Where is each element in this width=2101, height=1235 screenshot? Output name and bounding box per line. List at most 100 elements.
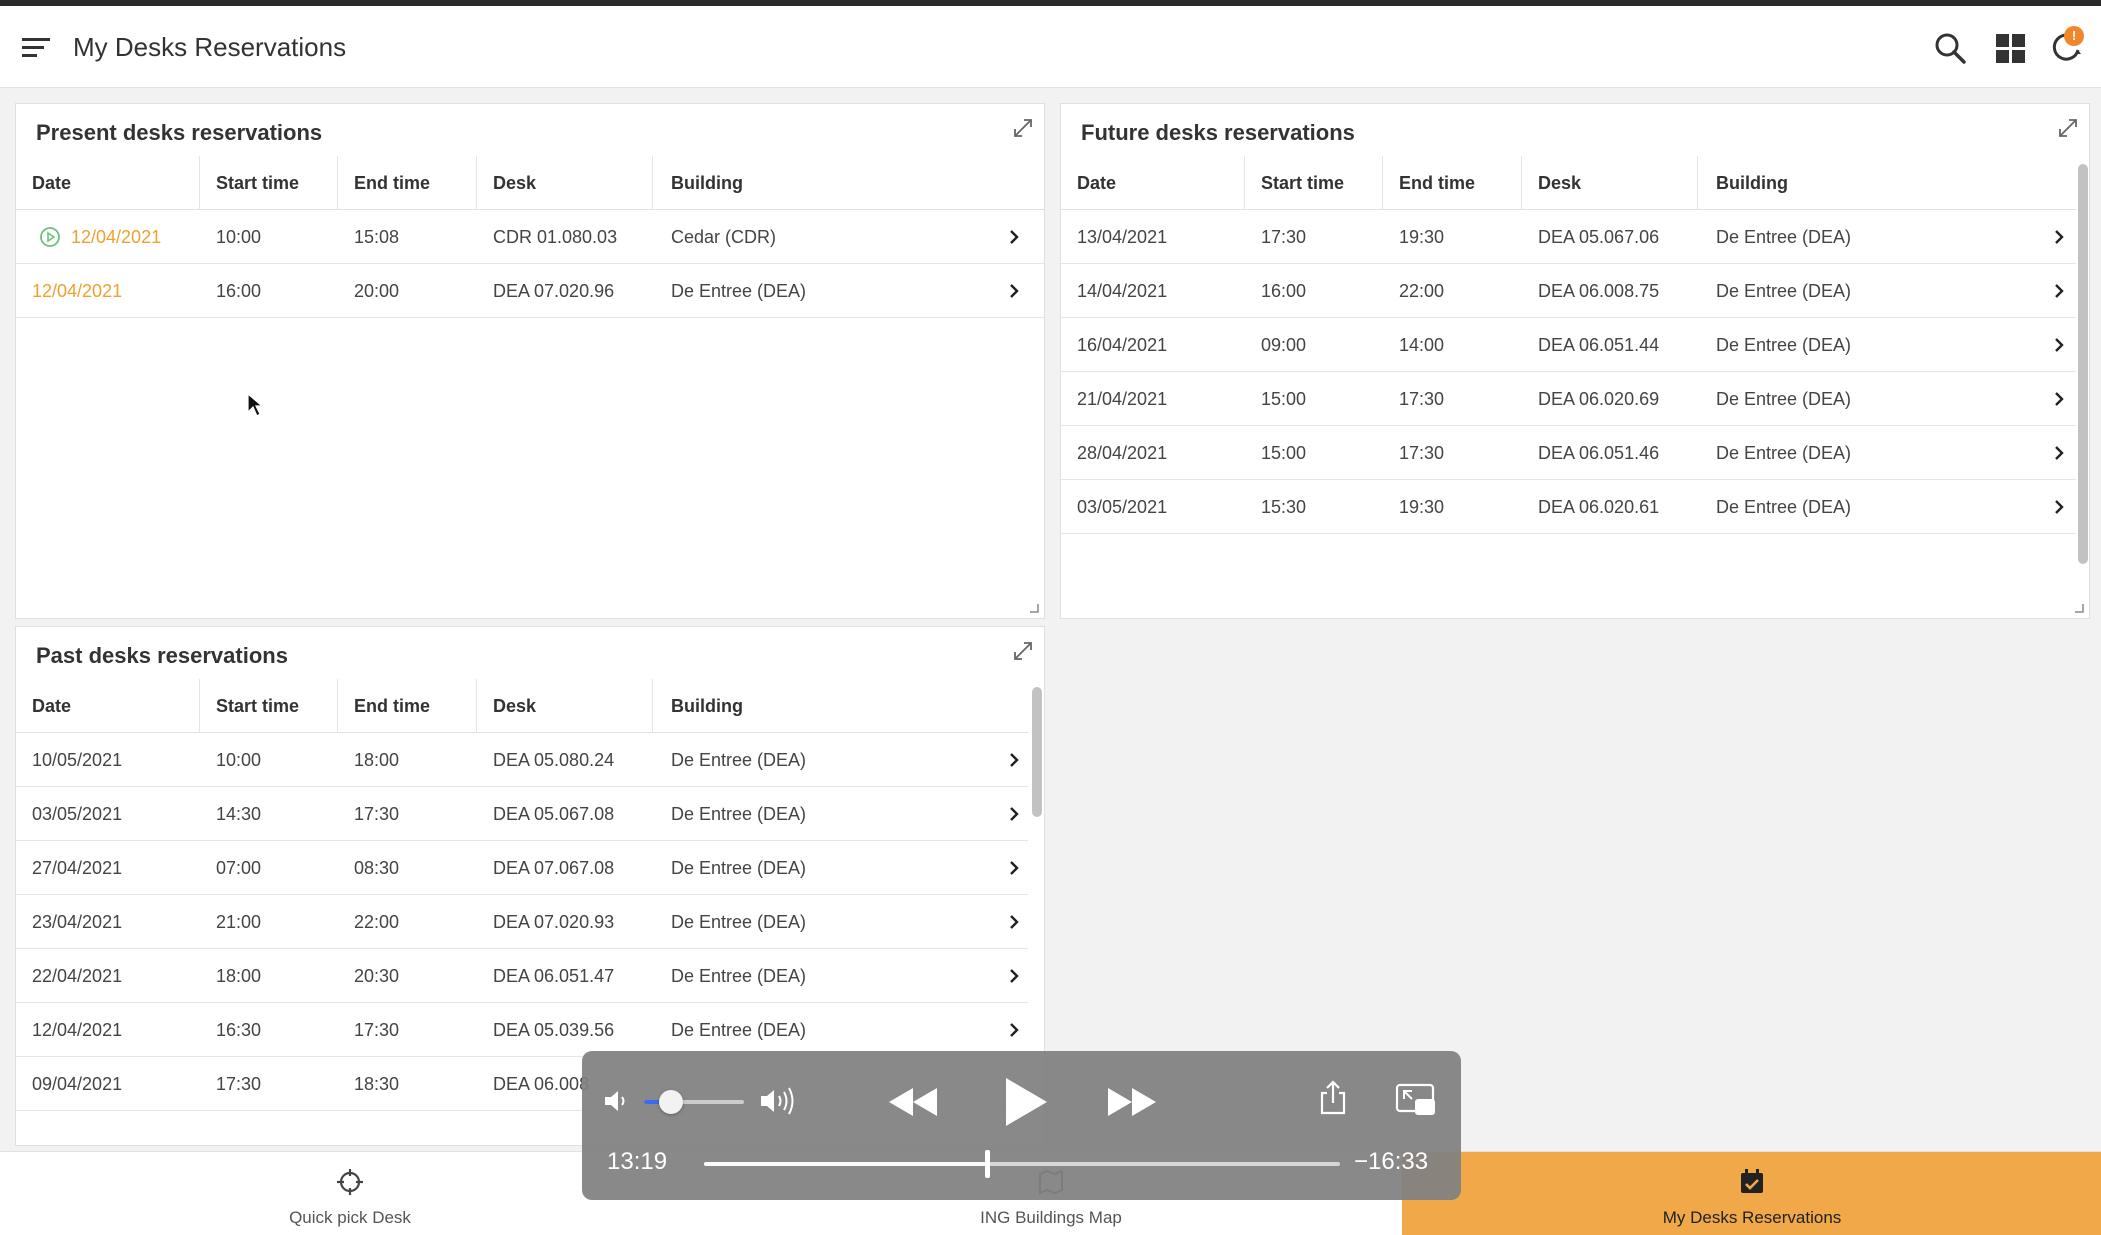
column-header-date[interactable]: Date <box>1077 156 1116 210</box>
expand-icon[interactable] <box>1011 639 1035 663</box>
resize-handle-icon[interactable] <box>1028 602 1040 614</box>
volume-mute-icon[interactable] <box>602 1086 632 1116</box>
table-row[interactable]: 13/04/2021 17:30 19:30 DEA 05.067.06 De Entr… <box>1061 210 2076 264</box>
column-header-building[interactable]: Building <box>671 679 743 733</box>
scrollbar[interactable] <box>1032 687 1042 817</box>
cell-date: 12/04/2021 <box>71 227 162 247</box>
cell-end-time: 22:00 <box>354 912 400 932</box>
cell-date: 27/04/2021 <box>32 858 123 878</box>
chevron-right-icon[interactable] <box>1006 1021 1022 1039</box>
column-header-desk[interactable]: Desk <box>493 156 536 210</box>
chevron-right-icon[interactable] <box>2051 336 2067 354</box>
dashboard-grid-icon[interactable] <box>1993 30 2029 66</box>
cell-date: 12/04/2021 <box>32 1020 123 1040</box>
search-icon[interactable] <box>1932 30 1968 66</box>
table-row[interactable]: 14/04/2021 16:00 22:00 DEA 06.008.75 De Entr… <box>1061 264 2076 318</box>
column-header-start-time[interactable]: Start time <box>1261 156 1344 210</box>
chevron-right-icon[interactable] <box>1006 282 1022 300</box>
progress-knob[interactable] <box>985 1150 991 1178</box>
notification-badge: ! <box>2064 26 2084 46</box>
column-header-start-time[interactable]: Start time <box>216 679 299 733</box>
cell-date: 28/04/2021 <box>1077 443 1168 463</box>
cell-desk: DEA 05.067.08 <box>493 804 615 824</box>
table-row[interactable]: 27/04/2021 07:00 08:30 DEA 07.067.08 De Entr… <box>16 841 1028 895</box>
scrollbar[interactable] <box>2078 164 2088 564</box>
cell-start-time: 07:00 <box>216 858 262 878</box>
table-row[interactable]: 12/04/2021 10:00 15:08 CDR 01.080.03 Cedar (… <box>16 210 1044 264</box>
rewind-icon[interactable] <box>887 1082 939 1122</box>
cell-start-time: 18:00 <box>216 966 262 986</box>
menu-icon[interactable] <box>20 36 52 60</box>
cell-desk: DEA 07.020.93 <box>493 912 615 932</box>
playback-progress-bar[interactable] <box>704 1150 1340 1178</box>
column-header-start-time[interactable]: Start time <box>216 156 299 210</box>
cell-end-time: 17:30 <box>354 1020 400 1040</box>
column-header-end-time[interactable]: End time <box>354 156 430 210</box>
cell-building: De Entree (DEA) <box>1716 281 1852 301</box>
cell-desk: CDR 01.080.03 <box>493 227 618 247</box>
chevron-right-icon[interactable] <box>2051 390 2067 408</box>
top-bar: My Desks Reservations ! <box>0 6 2101 88</box>
cell-date: 10/05/2021 <box>32 750 123 770</box>
volume-knob[interactable] <box>659 1090 683 1114</box>
cell-start-time: 15:00 <box>1261 389 1307 409</box>
table-row[interactable]: 12/04/2021 16:30 17:30 DEA 05.039.56 De Entr… <box>16 1003 1028 1057</box>
expand-icon[interactable] <box>2056 116 2080 140</box>
column-header-end-time[interactable]: End time <box>354 679 430 733</box>
column-divider <box>1244 156 1245 210</box>
table-row[interactable]: 23/04/2021 21:00 22:00 DEA 07.020.93 De Entr… <box>16 895 1028 949</box>
chevron-right-icon[interactable] <box>2051 282 2067 300</box>
table-row[interactable]: 12/04/2021 16:00 20:00 DEA 07.020.96 De Entr… <box>16 264 1044 318</box>
nav-my-desks-reservations[interactable]: My Desks Reservations <box>1402 1152 2101 1235</box>
chevron-right-icon[interactable] <box>2051 228 2067 246</box>
chevron-right-icon[interactable] <box>1006 751 1022 769</box>
cell-desk: DEA 07.067.08 <box>493 858 615 878</box>
card-title: Past desks reservations <box>36 643 288 668</box>
play-icon[interactable] <box>1000 1075 1050 1129</box>
cell-start-time: 15:00 <box>1261 443 1307 463</box>
share-icon[interactable] <box>1318 1079 1348 1117</box>
cell-start-time: 16:00 <box>216 281 262 301</box>
chevron-right-icon[interactable] <box>2051 498 2067 516</box>
cell-desk: DEA 06.020.61 <box>1538 497 1660 517</box>
table-body: 13/04/2021 17:30 19:30 DEA 05.067.06 De Entr… <box>1061 210 2076 534</box>
chevron-right-icon[interactable] <box>1006 228 1022 246</box>
column-divider <box>476 156 477 210</box>
column-header-end-time[interactable]: End time <box>1399 156 1475 210</box>
table-row[interactable]: 22/04/2021 18:00 20:30 DEA 06.051.47 De Entr… <box>16 949 1028 1003</box>
column-header-date[interactable]: Date <box>32 156 71 210</box>
column-divider <box>1697 156 1698 210</box>
cell-desk: DEA 05.080.24 <box>493 750 615 770</box>
volume-slider[interactable] <box>644 1090 744 1114</box>
column-header-desk[interactable]: Desk <box>493 679 536 733</box>
table-row[interactable]: 03/05/2021 14:30 17:30 DEA 05.067.08 De Entr… <box>16 787 1028 841</box>
cell-desk: DEA 05.067.06 <box>1538 227 1660 247</box>
cell-date: 09/04/2021 <box>32 1074 123 1094</box>
expand-icon[interactable] <box>1011 116 1035 140</box>
table-row[interactable]: 21/04/2021 15:00 17:30 DEA 06.020.69 De Entr… <box>1061 372 2076 426</box>
column-divider <box>652 156 653 210</box>
column-header-date[interactable]: Date <box>32 679 71 733</box>
column-header-building[interactable]: Building <box>671 156 743 210</box>
table-row[interactable]: 16/04/2021 09:00 14:00 DEA 06.051.44 De Entr… <box>1061 318 2076 372</box>
chevron-right-icon[interactable] <box>1006 859 1022 877</box>
column-header-desk[interactable]: Desk <box>1538 156 1581 210</box>
fast-forward-icon[interactable] <box>1106 1082 1158 1122</box>
cell-building: De Entree (DEA) <box>1716 335 1852 355</box>
cell-date: 03/05/2021 <box>1077 497 1168 517</box>
resize-handle-icon[interactable] <box>2073 602 2085 614</box>
table-row[interactable]: 10/05/2021 10:00 18:00 DEA 05.080.24 De Entr… <box>16 733 1028 787</box>
table-row[interactable]: 03/05/2021 15:30 19:30 DEA 06.020.61 De Entr… <box>1061 480 2076 534</box>
cell-building: De Entree (DEA) <box>671 1020 807 1040</box>
chevron-right-icon[interactable] <box>1006 805 1022 823</box>
cell-building: De Entree (DEA) <box>671 750 807 770</box>
picture-in-picture-icon[interactable] <box>1395 1083 1437 1117</box>
chevron-right-icon[interactable] <box>1006 967 1022 985</box>
table-row[interactable]: 28/04/2021 15:00 17:30 DEA 06.051.46 De Entr… <box>1061 426 2076 480</box>
column-header-building[interactable]: Building <box>1716 156 1788 210</box>
cell-building: De Entree (DEA) <box>1716 389 1852 409</box>
chevron-right-icon[interactable] <box>2051 444 2067 462</box>
cell-building: De Entree (DEA) <box>1716 227 1852 247</box>
volume-up-icon[interactable] <box>758 1084 802 1118</box>
chevron-right-icon[interactable] <box>1006 913 1022 931</box>
